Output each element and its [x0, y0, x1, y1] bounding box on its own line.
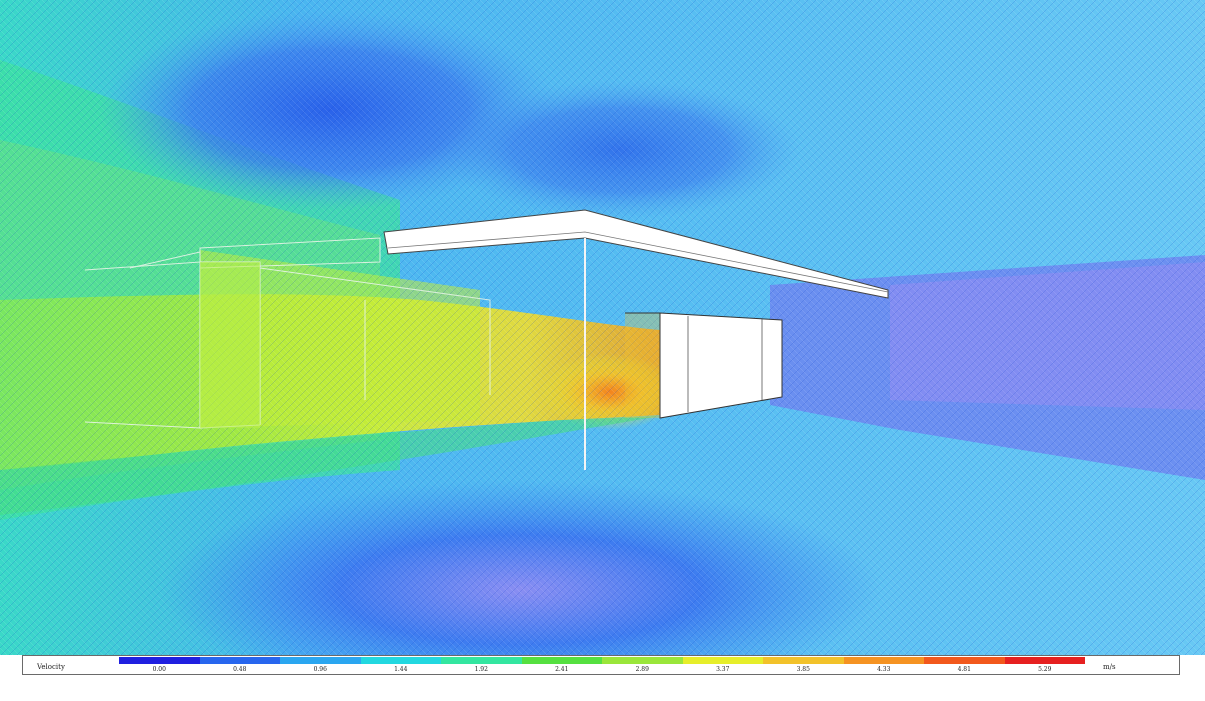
- legend-tick-label: 5.29: [1038, 666, 1052, 673]
- legend-unit: m/s: [1103, 663, 1116, 671]
- legend-color-scale: [119, 657, 1085, 664]
- legend-tick-label: 0.00: [152, 666, 166, 673]
- legend-swatch: [843, 657, 924, 664]
- legend-tick-label: 0.48: [233, 666, 247, 673]
- legend-tick-label: 4.33: [877, 666, 891, 673]
- legend-tick-label: 4.81: [957, 666, 971, 673]
- legend-tick-labels: 0.00 0.48 0.96 1.44 1.92 2.41 2.89 3.37 3.85 4.33…: [119, 666, 1085, 674]
- legend-swatch: [763, 657, 844, 664]
- legend-tick-label: 2.89: [635, 666, 649, 673]
- legend-swatch: [119, 657, 200, 664]
- legend-tick-label: 1.92: [474, 666, 488, 673]
- simulation-window: Velocity 0.00 0.48 0.96 1.44 1.92 2.41 2.89 3.3…: [0, 0, 1205, 701]
- legend-swatch: [682, 657, 763, 664]
- legend-swatch: [441, 657, 522, 664]
- legend-tick-label: 1.44: [394, 666, 408, 673]
- legend-title: Velocity: [37, 663, 65, 671]
- legend-swatch: [521, 657, 602, 664]
- legend-swatch: [199, 657, 280, 664]
- velocity-color-legend: Velocity 0.00 0.48 0.96 1.44 1.92 2.41 2.89 3.3…: [22, 655, 1180, 675]
- legend-tick-label: 2.41: [555, 666, 569, 673]
- legend-swatch: [1004, 657, 1085, 664]
- legend-tick-label: 3.37: [716, 666, 730, 673]
- legend-swatch: [280, 657, 361, 664]
- bottom-margin: [0, 677, 1205, 701]
- left-pillar: [200, 262, 260, 428]
- legend-swatch: [602, 657, 683, 664]
- legend-tick-label: 0.96: [313, 666, 327, 673]
- velocity-vector-field-view[interactable]: [0, 0, 1205, 655]
- legend-swatch: [924, 657, 1005, 664]
- legend-swatch: [360, 657, 441, 664]
- legend-tick-label: 3.85: [796, 666, 810, 673]
